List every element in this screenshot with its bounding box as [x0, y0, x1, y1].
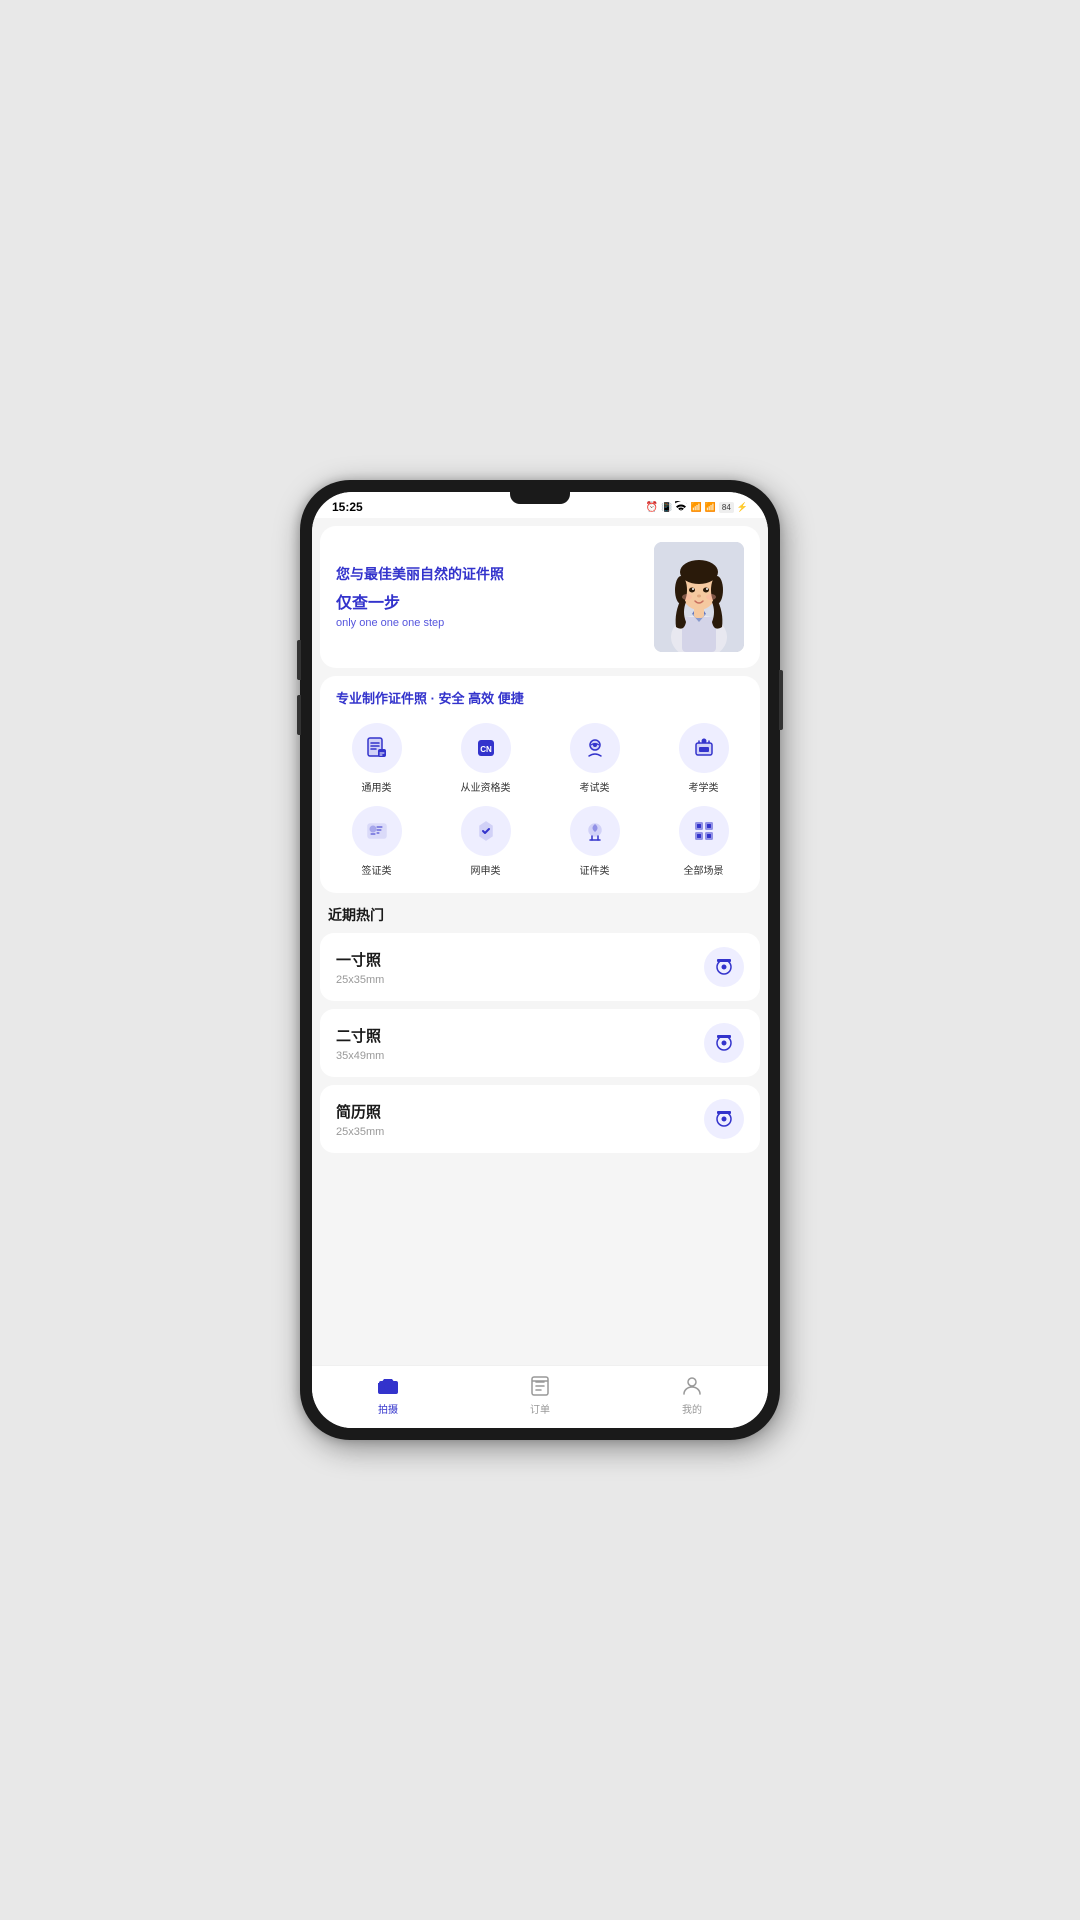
wifi-icon	[675, 501, 687, 514]
hero-subtitle-en: only one one one step	[336, 617, 654, 629]
category-qualification[interactable]: CN 从业资格类	[437, 723, 534, 794]
study-icon-circle	[679, 723, 729, 773]
photo-card-3-button[interactable]	[704, 1099, 744, 1139]
category-certificate[interactable]: 证件类	[546, 806, 643, 877]
general-label: 通用类	[362, 779, 392, 794]
volume-down-button	[297, 695, 301, 735]
photo-card-2[interactable]: 二寸照 35x49mm	[320, 1009, 760, 1077]
shoot-label: 拍摄	[378, 1401, 398, 1416]
alarm-icon: ⏰	[646, 502, 658, 513]
status-icons: ⏰ 📳 📶 📶 84 ⚡	[646, 501, 748, 514]
certificate-icon-circle	[570, 806, 620, 856]
online-label: 网申类	[471, 862, 501, 877]
hero-text: 您与最佳美丽自然的证件照 仅查一步 only one one one step	[336, 565, 654, 629]
category-visa[interactable]: 签证类	[328, 806, 425, 877]
hero-subtitle: 仅查一步	[336, 589, 654, 613]
phone-screen: 15:25 ⏰ 📳 📶 📶 84 ⚡ 您与最佳美丽自然的证件照 仅查一步	[312, 492, 768, 1428]
photo-card-2-size: 35x49mm	[336, 1050, 704, 1062]
certificate-label: 证件类	[580, 862, 610, 877]
category-grid: 通用类 CN 从业资格类	[320, 715, 760, 893]
order-label: 订单	[530, 1401, 550, 1416]
power-button	[779, 670, 783, 730]
category-exam[interactable]: 考试类	[546, 723, 643, 794]
hero-banner: 您与最佳美丽自然的证件照 仅查一步 only one one one step	[320, 526, 760, 668]
charging-icon: ⚡	[737, 502, 748, 513]
mine-label: 我的	[682, 1401, 702, 1416]
photo-card-2-info: 二寸照 35x49mm	[336, 1025, 704, 1062]
section-title: 专业制作证件照 · 安全 高效 便捷	[336, 688, 744, 707]
exam-icon-circle	[570, 723, 620, 773]
photo-card-1-size: 25x35mm	[336, 974, 704, 986]
hero-image	[654, 542, 744, 652]
photo-card-3-size: 25x35mm	[336, 1126, 704, 1138]
photo-card-3-name: 简历照	[336, 1101, 704, 1122]
nav-mine[interactable]: 我的	[616, 1374, 768, 1416]
status-time: 15:25	[332, 500, 363, 514]
category-online[interactable]: 网申类	[437, 806, 534, 877]
notch	[510, 492, 570, 504]
order-icon	[528, 1374, 552, 1398]
bottom-nav: 拍摄 订单	[312, 1365, 768, 1428]
all-label: 全部场景	[684, 862, 724, 877]
phone-frame: 15:25 ⏰ 📳 📶 📶 84 ⚡ 您与最佳美丽自然的证件照 仅查一步	[300, 480, 780, 1440]
nav-order[interactable]: 订单	[464, 1374, 616, 1416]
photo-card-1-name: 一寸照	[336, 949, 704, 970]
shoot-icon	[376, 1374, 400, 1398]
recent-title: 近期热门	[328, 905, 752, 925]
svg-text:CN: CN	[480, 745, 492, 754]
study-label: 考学类	[689, 779, 719, 794]
photo-card-3-info: 简历照 25x35mm	[336, 1101, 704, 1138]
photo-card-1-button[interactable]	[704, 947, 744, 987]
signal-icon2: 📶	[705, 502, 716, 513]
signal-icon: 📶	[690, 502, 701, 513]
recent-header: 近期热门	[312, 893, 768, 933]
online-icon-circle	[461, 806, 511, 856]
qualification-icon-circle: CN	[461, 723, 511, 773]
category-all[interactable]: 全部场景	[655, 806, 752, 877]
battery-icon: 84	[719, 502, 734, 513]
volume-up-button	[297, 640, 301, 680]
main-content[interactable]: 您与最佳美丽自然的证件照 仅查一步 only one one one step	[312, 518, 768, 1365]
photo-card-1-info: 一寸照 25x35mm	[336, 949, 704, 986]
qualification-label: 从业资格类	[461, 779, 511, 794]
exam-label: 考试类	[580, 779, 610, 794]
photo-card-1[interactable]: 一寸照 25x35mm	[320, 933, 760, 1001]
photo-card-3[interactable]: 简历照 25x35mm	[320, 1085, 760, 1153]
all-icon-circle	[679, 806, 729, 856]
photo-card-2-name: 二寸照	[336, 1025, 704, 1046]
photo-card-2-button[interactable]	[704, 1023, 744, 1063]
section-header: 专业制作证件照 · 安全 高效 便捷	[320, 676, 760, 715]
category-general[interactable]: 通用类	[328, 723, 425, 794]
hero-title: 您与最佳美丽自然的证件照	[336, 565, 654, 585]
mine-icon	[680, 1374, 704, 1398]
vibrate-icon: 📳	[661, 502, 672, 513]
visa-icon-circle	[352, 806, 402, 856]
general-icon-circle	[352, 723, 402, 773]
nav-shoot[interactable]: 拍摄	[312, 1374, 464, 1416]
category-study[interactable]: 考学类	[655, 723, 752, 794]
visa-label: 签证类	[362, 862, 392, 877]
